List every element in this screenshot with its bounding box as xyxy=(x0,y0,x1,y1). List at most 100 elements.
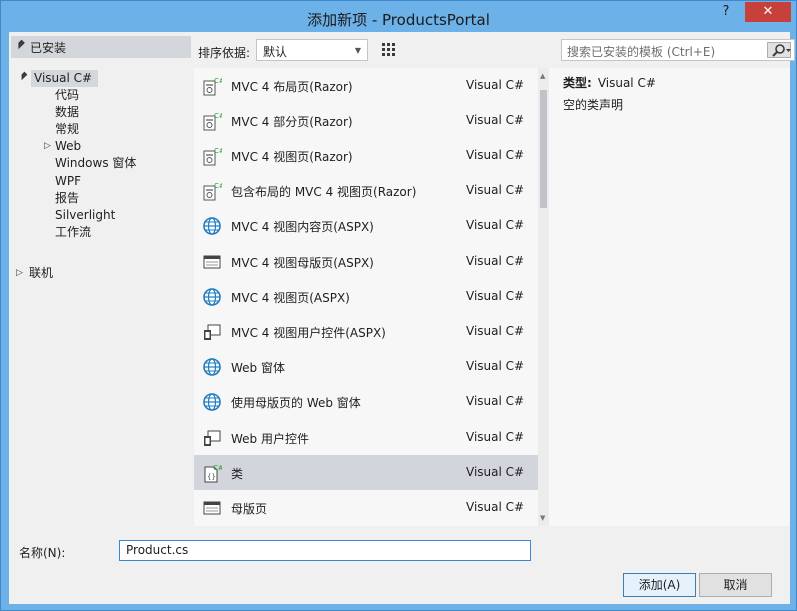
expanded-arrow-icon[interactable] xyxy=(18,71,28,81)
template-row[interactable]: 使用母版页的 Web 窗体 Visual C# xyxy=(194,384,538,419)
tree-node-visual-csharp[interactable]: Visual C# xyxy=(31,70,99,87)
name-input[interactable]: Product.cs xyxy=(119,540,531,561)
template-row[interactable]: 母版页 Visual C# xyxy=(194,490,538,525)
tree-node-workflow[interactable]: 工作流 xyxy=(55,224,91,241)
template-name: 包含布局的 MVC 4 视图页(Razor) xyxy=(231,185,417,199)
tree-node-label: Visual C# xyxy=(34,71,93,85)
svg-text:C#: C# xyxy=(214,112,222,120)
template-name: MVC 4 视图内容页(ASPX) xyxy=(231,220,374,234)
template-list: C# MVC 4 布局页(Razor) Visual C# C# MVC 4 部分页(R… xyxy=(194,68,538,526)
tree-node-data[interactable]: 数据 xyxy=(55,104,79,121)
template-row[interactable]: Web 用户控件 Visual C# xyxy=(194,420,538,455)
tree-node-online[interactable]: 联机 xyxy=(29,265,53,282)
master-page-icon xyxy=(202,498,222,518)
scrollbar-thumb[interactable] xyxy=(540,90,547,208)
tree-node-label: Silverlight xyxy=(55,208,116,222)
tree-node-silverlight[interactable]: Silverlight xyxy=(55,207,115,224)
template-row[interactable]: C#{} 类 Visual C# xyxy=(194,455,538,490)
template-row[interactable]: C# MVC 4 布局页(Razor) Visual C# xyxy=(194,68,538,103)
template-row[interactable]: MVC 4 视图页(ASPX) Visual C# xyxy=(194,279,538,314)
template-search-box[interactable]: 搜索已安装的模板 (Ctrl+E) xyxy=(561,39,795,61)
template-language: Visual C# xyxy=(466,324,525,338)
tree-node-label: 报告 xyxy=(55,191,80,205)
name-label: 名称(N): xyxy=(19,546,66,560)
cancel-button[interactable]: 取消 xyxy=(699,573,772,597)
template-language: Visual C# xyxy=(466,430,525,444)
template-language: Visual C# xyxy=(466,78,525,92)
template-list-scrollbar[interactable]: ▲ ▼ xyxy=(538,68,549,526)
template-name: MVC 4 视图页(ASPX) xyxy=(231,291,350,305)
svg-text:C#: C# xyxy=(214,182,222,190)
tree-node-code[interactable]: 代码 xyxy=(55,87,79,104)
template-name: MVC 4 视图母版页(ASPX) xyxy=(231,256,374,270)
template-language: Visual C# xyxy=(466,359,525,373)
sort-toolbar: 排序依据: 默认 ▼ 搜索已安装的模板 (Ctrl+E) xyxy=(192,32,795,526)
category-tree: 已安装 Visual C# 代码 数据 常规 ▷ Web Windows 窗体 … xyxy=(9,32,192,526)
add-button[interactable]: 添加(A) xyxy=(623,573,696,597)
template-language: Visual C# xyxy=(466,148,525,162)
template-name: Web 用户控件 xyxy=(231,432,309,446)
globe-icon xyxy=(202,287,222,307)
tree-node-label: 常规 xyxy=(55,122,80,136)
template-name: MVC 4 部分页(Razor) xyxy=(231,115,353,129)
template-name: 类 xyxy=(231,467,244,481)
installed-header[interactable]: 已安装 xyxy=(11,36,191,58)
tree-node-label: 联机 xyxy=(29,266,54,280)
razor-page-icon: C# xyxy=(202,76,225,96)
tree-node-general[interactable]: 常规 xyxy=(55,121,79,138)
template-row[interactable]: C# MVC 4 部分页(Razor) Visual C# xyxy=(194,103,538,138)
close-button[interactable]: ✕ xyxy=(745,2,791,22)
globe-icon xyxy=(202,392,222,412)
tree-node-windows-forms[interactable]: Windows 窗体 xyxy=(55,155,136,172)
template-row[interactable]: MVC 4 视图用户控件(ASPX) Visual C# xyxy=(194,314,538,349)
tree-node-wpf[interactable]: WPF xyxy=(55,173,81,190)
sort-by-dropdown[interactable]: 默认 ▼ xyxy=(256,39,368,61)
dialog-body: 已安装 Visual C# 代码 数据 常规 ▷ Web Windows 窗体 … xyxy=(9,32,795,604)
template-row[interactable]: C# MVC 4 视图页(Razor) Visual C# xyxy=(194,138,538,173)
tree-node-label: 工作流 xyxy=(55,225,92,239)
template-type: 类型: Visual C# xyxy=(563,74,656,91)
template-row[interactable]: C# 包含布局的 MVC 4 视图页(Razor) Visual C# xyxy=(194,173,538,208)
template-name: MVC 4 布局页(Razor) xyxy=(231,80,353,94)
tree-node-label: WPF xyxy=(55,174,82,188)
type-value: Visual C# xyxy=(597,76,656,90)
tree-node-label: 数据 xyxy=(55,105,80,119)
expanded-arrow-icon xyxy=(15,39,25,50)
svg-text:C#: C# xyxy=(214,147,222,155)
small-icons-view-button[interactable] xyxy=(378,39,398,59)
installed-label: 已安装 xyxy=(30,41,67,55)
scroll-up-icon[interactable]: ▲ xyxy=(540,72,545,80)
scroll-down-icon[interactable]: ▼ xyxy=(540,514,545,522)
template-details-panel: 类型: Visual C# 空的类声明 xyxy=(549,68,790,526)
template-language: Visual C# xyxy=(466,218,525,232)
master-page-icon xyxy=(202,252,222,272)
csharp-class-icon: C#{} xyxy=(202,463,224,483)
collapsed-arrow-icon[interactable]: ▷ xyxy=(16,268,23,278)
globe-icon xyxy=(202,357,222,377)
template-row[interactable]: MVC 4 视图母版页(ASPX) Visual C# xyxy=(194,244,538,279)
template-row[interactable]: Web 窗体 Visual C# xyxy=(194,349,538,384)
dialog-window: 添加新项 - ProductsPortal ? ✕ 已安装 Visual C# … xyxy=(0,0,797,611)
template-name: MVC 4 视图页(Razor) xyxy=(231,150,353,164)
template-language: Visual C# xyxy=(466,183,525,197)
razor-page-icon: C# xyxy=(202,146,225,166)
help-button[interactable]: ? xyxy=(719,4,733,20)
sort-by-value: 默认 xyxy=(263,45,288,59)
template-description: 空的类声明 xyxy=(563,98,624,112)
svg-text:C#: C# xyxy=(214,77,222,85)
tree-node-reporting[interactable]: 报告 xyxy=(55,190,79,207)
globe-icon xyxy=(202,216,222,236)
tree-node-label: Web xyxy=(55,139,82,153)
type-label: 类型: xyxy=(563,76,592,90)
razor-page-icon: C# xyxy=(202,181,225,201)
template-language: Visual C# xyxy=(466,289,525,303)
template-language: Visual C# xyxy=(466,465,525,479)
search-button[interactable] xyxy=(767,42,791,58)
tree-node-web[interactable]: Web xyxy=(55,138,81,155)
template-name: 使用母版页的 Web 窗体 xyxy=(231,396,361,410)
template-row[interactable]: MVC 4 视图内容页(ASPX) Visual C# xyxy=(194,208,538,243)
collapsed-arrow-icon[interactable]: ▷ xyxy=(44,141,51,151)
template-name: MVC 4 视图用户控件(ASPX) xyxy=(231,326,386,340)
name-input-value: Product.cs xyxy=(126,543,189,557)
svg-text:C#: C# xyxy=(213,464,222,472)
